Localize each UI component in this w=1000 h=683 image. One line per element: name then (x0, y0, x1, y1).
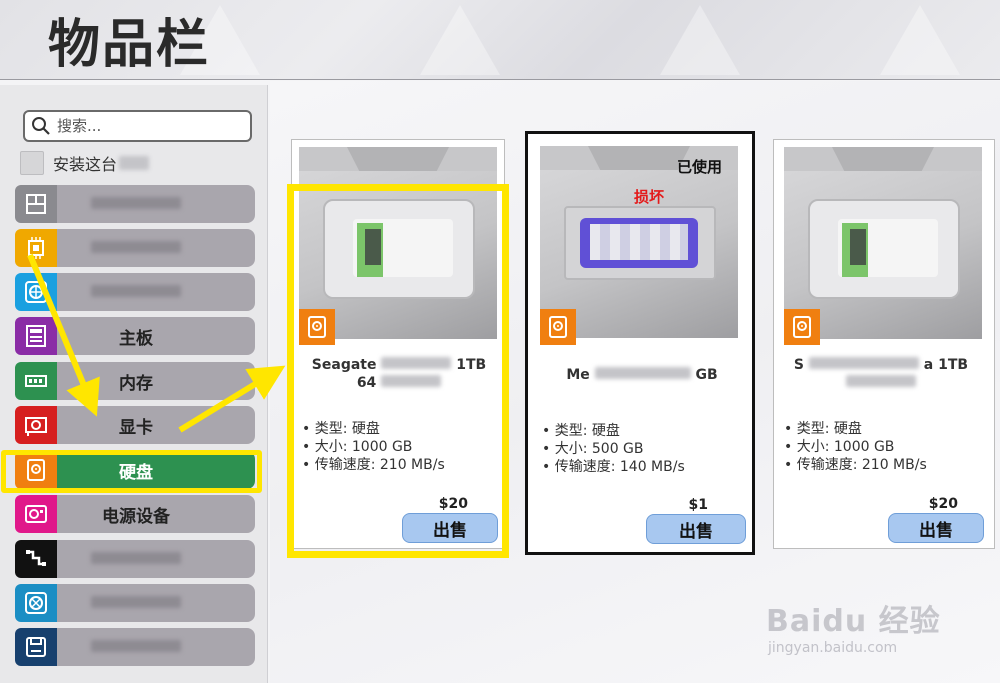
category-label (57, 282, 255, 302)
highlight-category-frame (1, 450, 262, 493)
header-decoration (420, 5, 500, 75)
page-title: 物品栏 (48, 15, 211, 75)
highlight-card-frame (287, 184, 509, 558)
blurred-text (91, 552, 181, 564)
cable-icon (15, 540, 57, 578)
image-frame-tab (347, 147, 449, 171)
spec-speed: • 传输速度: 210 MB/s (784, 457, 927, 473)
ssd-image (564, 206, 716, 280)
install-row: 安装这台 (20, 151, 150, 175)
item-price: $20 (928, 496, 958, 512)
blurred-text (91, 241, 181, 253)
image-frame-tab (832, 147, 934, 171)
watermark-url: jingyan.baidu.com (768, 640, 898, 656)
spec-type: • 类型: 硬盘 (542, 423, 620, 439)
item-name-start: S (793, 357, 805, 373)
blurred-text (91, 197, 181, 209)
category-motherboard[interactable]: 主板 (15, 317, 255, 355)
hard-drive-image (808, 199, 960, 299)
item-specs: • 类型: 硬盘 • 大小: 500 GB • 传输速度: 140 MB/s (542, 422, 685, 476)
image-frame-tab (588, 146, 690, 170)
spec-type: • 类型: 硬盘 (784, 421, 862, 437)
blurred-text (119, 156, 150, 170)
category-cooler[interactable] (15, 273, 255, 311)
used-tag: 已使用 (676, 158, 722, 176)
category-label (57, 238, 255, 258)
category-label (57, 637, 255, 657)
category-fan[interactable] (15, 584, 255, 622)
search-icon (32, 117, 50, 135)
motherboard-icon (15, 317, 57, 355)
broken-tag: 损坏 (634, 188, 665, 206)
blurred-text (808, 357, 919, 369)
blurred-text (594, 367, 691, 379)
spec-speed: • 传输速度: 140 MB/s (542, 459, 685, 475)
category-label: 电源设备 (102, 506, 170, 527)
item-name-start: Me (566, 367, 590, 383)
category-label: 内存 (119, 373, 153, 394)
item-name: Me GB (542, 366, 742, 384)
spec-size: • 大小: 1000 GB (784, 439, 895, 455)
item-name: S a 1TB (784, 356, 978, 392)
ssd-label (590, 224, 688, 260)
header-decoration (660, 5, 740, 75)
category-psu[interactable]: 电源设备 (15, 495, 255, 533)
category-label: 主板 (119, 328, 153, 349)
header-decoration (880, 5, 960, 75)
psu-icon (15, 495, 57, 533)
blurred-text (91, 285, 181, 297)
install-label: 安装这台 (53, 155, 118, 174)
category-label (57, 549, 255, 569)
category-cpu[interactable] (15, 229, 255, 267)
sell-button[interactable]: 出售 (646, 514, 746, 544)
ram-icon (15, 362, 57, 400)
storage-icon (15, 628, 57, 666)
item-card-selected[interactable]: 已使用 损坏 Me GB • 类型: 硬盘 • 大小: 500 GB • 传输速… (525, 131, 755, 555)
cpu-icon (15, 229, 57, 267)
install-checkbox[interactable] (20, 151, 44, 175)
item-price: $1 (688, 497, 708, 513)
category-label: 显卡 (119, 417, 153, 438)
watermark-logo: Baidu 经验 (766, 604, 941, 639)
search-input[interactable] (57, 117, 237, 135)
spec-size: • 大小: 500 GB (542, 441, 644, 457)
category-storage[interactable] (15, 628, 255, 666)
search-field[interactable] (23, 110, 252, 142)
sell-button[interactable]: 出售 (888, 513, 984, 543)
item-card[interactable]: S a 1TB • 类型: 硬盘 • 大小: 1000 GB • 传输速度: 2… (773, 139, 995, 549)
hdd-icon (784, 309, 820, 345)
drive-label-dark (850, 229, 866, 265)
ssd-body (580, 218, 698, 268)
item-name-end: GB (695, 367, 718, 383)
item-name-end: a 1TB (923, 357, 969, 373)
watermark: Baidu 经验 jingyan.baidu.com (766, 596, 992, 660)
item-specs: • 类型: 硬盘 • 大小: 1000 GB • 传输速度: 210 MB/s (784, 420, 927, 474)
header-bar: 物品栏 (0, 0, 1000, 80)
cooler-icon (15, 273, 57, 311)
blurred-text (91, 596, 181, 608)
category-label (57, 194, 255, 214)
gpu-icon (15, 406, 57, 444)
category-case[interactable] (15, 185, 255, 223)
blurred-text (846, 375, 916, 387)
category-ram[interactable]: 内存 (15, 362, 255, 400)
category-label (57, 593, 255, 613)
category-gpu[interactable]: 显卡 (15, 406, 255, 444)
case-icon (15, 185, 57, 223)
hdd-icon (540, 309, 576, 345)
blurred-text (91, 640, 181, 652)
category-cable[interactable] (15, 540, 255, 578)
fan-icon (15, 584, 57, 622)
